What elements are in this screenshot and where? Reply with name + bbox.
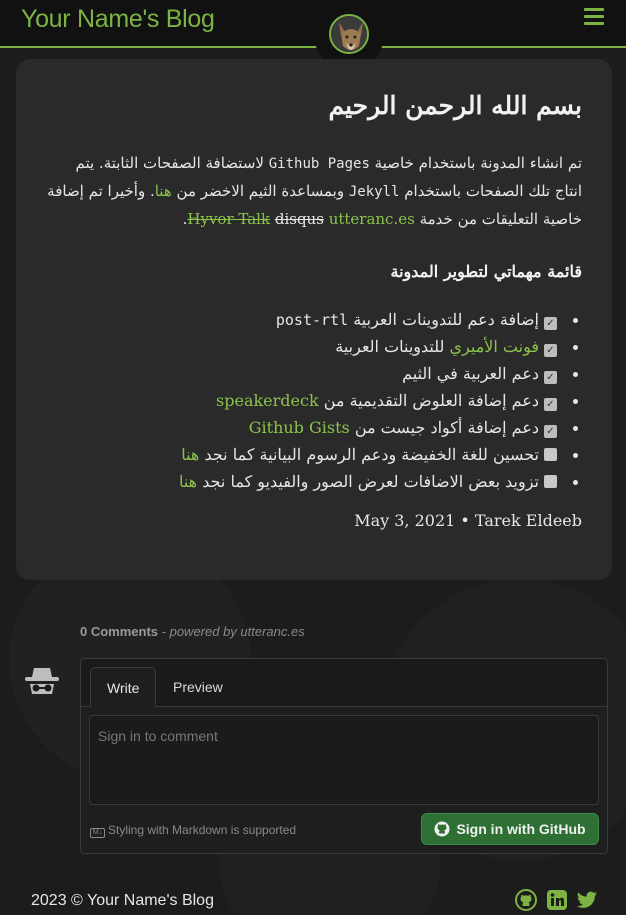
markdown-hint: M↓ Styling with Markdown is supported [90,823,296,838]
site-header: Your Name's Blog [0,0,626,48]
list-item: تزويد بعض الاضافات لعرض الصور والفيديو ك… [46,468,582,495]
post-intro: تم انشاء المدونة باستخدام خاصية Github P… [47,154,582,228]
checkbox-checked[interactable]: ✓ [544,371,557,384]
list-item: ✓دعم إضافة أكواد جيست من Github Gists [46,414,582,441]
wolf-avatar-icon [331,16,367,52]
list-item: ✓إضافة دعم للتدوينات العربية post-rtl [46,306,582,333]
github-icon[interactable] [515,889,537,911]
github-icon [434,821,450,837]
hamburger-menu-icon[interactable] [584,8,604,26]
checkbox-checked[interactable]: ✓ [544,425,557,438]
comments-header: 0 Comments - powered by utteranc.es [80,624,305,639]
charts-example-link[interactable]: هنا [181,445,199,464]
post-title: بسم الله الرحمن الرحيم [328,91,582,120]
editor-tabbar: Write Preview [81,659,607,708]
checkbox-checked[interactable]: ✓ [544,398,557,411]
footer-copyright: 2023 © Your Name's Blog [31,892,214,909]
list-item: ✓دعم إضافة العلوض التقديمية من speakerde… [46,387,582,414]
utterances-link[interactable]: utteranc.es [329,210,415,228]
site-title-link[interactable]: Your Name's Blog [21,5,215,34]
post-meta: May 3, 2021 • Tarek Eldeeb [354,511,582,530]
checkbox-unchecked[interactable] [544,448,557,461]
media-example-link[interactable]: هنا [179,472,197,491]
tab-write[interactable]: Write [90,667,157,708]
comments-count: 0 Comments [80,624,159,639]
amiri-font-link[interactable]: فونت الأميري [450,337,539,356]
list-item: تحسين للغة الخفيضة ودعم الرسوم البيانية … [46,441,582,468]
anonymous-user-icon [22,660,62,700]
twitter-icon[interactable] [576,889,598,911]
list-item: ✓دعم العربية في الثيم [46,360,582,387]
comment-textarea[interactable] [89,715,599,805]
checkbox-checked[interactable]: ✓ [544,317,557,330]
linkedin-icon[interactable] [546,889,568,911]
todo-list: ✓إضافة دعم للتدوينات العربية post-rtl ✓ ف… [46,306,582,495]
theme-source-link[interactable]: هنا [155,182,172,200]
speakerdeck-link[interactable]: speakerdeck [216,391,319,410]
markdown-icon: M↓ [90,828,105,838]
hyvor-talk-link[interactable]: Hyvor Talk [187,210,270,228]
checkbox-checked[interactable]: ✓ [544,344,557,357]
todo-heading: قائمة مهماتي لتطوير المدونة [390,262,582,281]
comment-editor: Write Preview M↓Styling with Markdown is… [80,658,608,854]
sign-in-github-button[interactable]: Sign in with GitHub [421,813,599,845]
checkbox-unchecked[interactable] [544,475,557,488]
disqus-struck: disqus [274,210,324,228]
github-gists-link[interactable]: Github Gists [249,418,350,437]
tab-preview[interactable]: Preview [157,667,239,708]
powered-by: - powered by utteranc.es [161,624,305,639]
avatar[interactable] [329,14,369,54]
post-card: بسم الله الرحمن الرحيم تم انشاء المدونة … [16,59,612,580]
list-item: ✓فونت الأميري للتدوينات العربية [46,333,582,360]
